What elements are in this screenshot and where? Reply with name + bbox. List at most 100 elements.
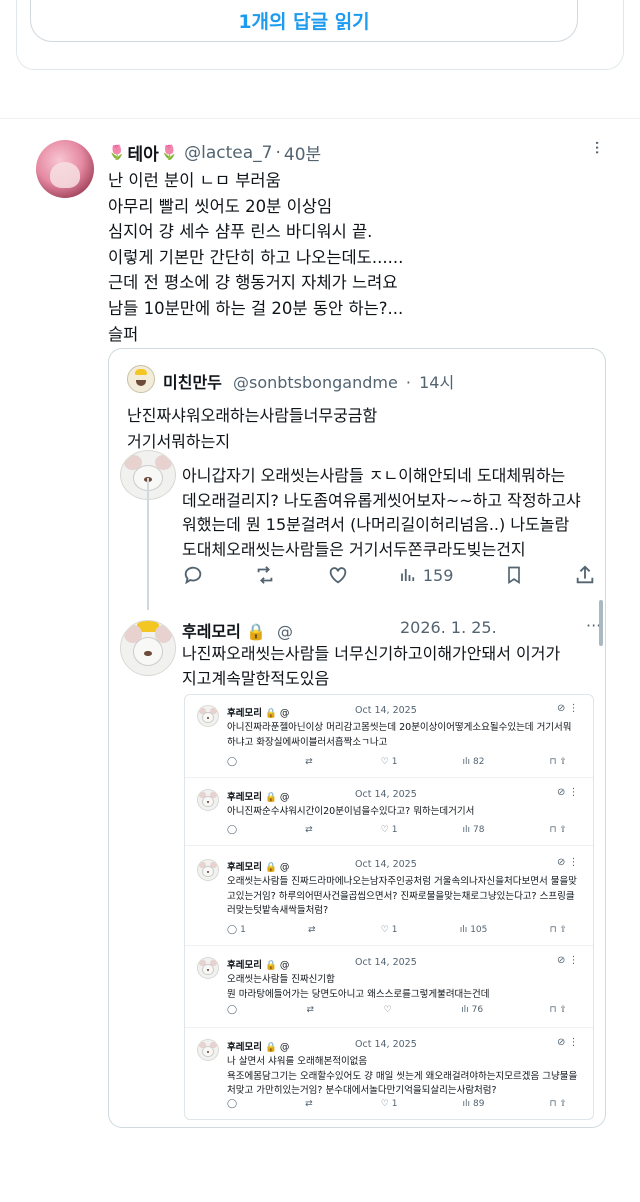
display-name: 후레모리: [227, 708, 262, 719]
display-name[interactable]: 테아: [127, 140, 158, 165]
action-bar: 159: [182, 564, 596, 586]
views-icon: ılı 105: [459, 925, 488, 935]
embedded-tweet: 후레모리 🔒 @ Oct 14, 2025 ⊘ ⋮ 아니진짜라푼젤아닌이상 머리…: [185, 695, 593, 778]
repost-icon[interactable]: [254, 564, 276, 586]
divider: [185, 845, 593, 846]
scrollbar[interactable]: [599, 600, 603, 646]
embedded-text-line: 나 살면서 샤워를 오래해본적이없음: [227, 1056, 368, 1067]
tulip-emoji: 🌷: [160, 144, 179, 161]
more-options-icon[interactable]: ···: [586, 140, 607, 154]
handle: @: [279, 792, 290, 803]
tweet-text-line: 남들 10분만에 하는 걸 20분 동안 하는?...: [108, 298, 404, 318]
reply-text-line: 나진짜오래씻는사람들 너무신기하고이해가안돼서 이거가: [182, 644, 561, 663]
like-icon: ♡: [383, 1005, 392, 1015]
bookmark-icon: ⊓ ⇧: [549, 757, 567, 767]
avatar: [197, 705, 219, 727]
embedded-screenshot: 후레모리 🔒 @ Oct 14, 2025 ⊘ ⋮ 아니진짜라푼젤아닌이상 머리…: [184, 694, 594, 1120]
embedded-actions: ◯ ⇄ ♡ 1 ılı 89 ⊓ ⇧: [227, 1099, 567, 1109]
views-icon: ılı 78: [462, 825, 485, 835]
timestamp: Oct 14, 2025: [355, 957, 417, 968]
embedded-text: 오래씻는사람들 진짜드라마에나오는남자주인공처럼 거울속의나자신을처다보면서 물…: [227, 875, 587, 919]
separator: ·: [405, 373, 411, 392]
views-count[interactable]: 159: [399, 565, 454, 585]
embedded-header: 후레모리 🔒 @: [227, 708, 290, 719]
quote-text-line: 거기서뭐하는지: [127, 432, 231, 451]
tweet-text: 난 이런 분이 ㄴㅁ 부러움 아무리 빨리 씻어도 20분 이상임 심지어 걍 …: [108, 168, 608, 347]
grok-icon: ⊘ ⋮: [557, 787, 579, 798]
repost-icon: ⇄: [305, 825, 313, 835]
timestamp: Oct 14, 2025: [355, 1039, 417, 1050]
avatar[interactable]: [36, 140, 94, 198]
embedded-tweet: 후레모리 🔒 @ Oct 14, 2025 ⊘ ⋮ 나 살면서 샤워를 오래해본…: [185, 1029, 593, 1119]
divider: [185, 945, 593, 946]
embedded-header: 후레모리 🔒 @: [227, 960, 290, 971]
repost-icon: ⇄: [305, 757, 313, 767]
quote-tweet[interactable]: 미친만두 @sonbtsbongandme · 14시 난진짜샤워오래하는사람들…: [108, 348, 606, 456]
embedded-actions: ◯ ⇄ ♡ 1 ılı 78 ⊓ ⇧: [227, 825, 567, 835]
like-icon: ♡ 1: [380, 925, 398, 935]
embedded-text-line: 오래씻는사람들 진짜드라마에나오는남자주인공처럼 거울속의나자신을처다보면서 물…: [227, 876, 577, 887]
avatar: [120, 620, 176, 676]
display-name: 후레모리: [227, 862, 262, 873]
separator: ·: [275, 142, 281, 163]
bookmark-icon[interactable]: [504, 564, 524, 586]
divider: [185, 777, 593, 778]
timestamp: 14시: [419, 373, 455, 392]
thread-line: [147, 478, 149, 610]
display-name: 후레모리: [227, 960, 262, 971]
reply-text-line: 워했는데 뭔 15분걸려서 (나머리길이허리넘음..) 나도놀람: [182, 515, 570, 535]
reply-icon[interactable]: [182, 564, 204, 586]
bookmark-icon: ⊓ ⇧: [549, 1099, 567, 1109]
reply-text-line: 데오래걸리지? 나도좀여유롭게씻어보자~~하고 작정하고샤: [182, 490, 581, 510]
handle: @: [279, 862, 290, 873]
reply-text-line: 도대체오래씻는사람들은 거기서두쫀쿠라도빚는건지: [182, 539, 526, 559]
grok-icon: ⊘ ⋮: [557, 703, 579, 714]
handle: @: [279, 708, 290, 719]
quote-text: 난진짜샤워오래하는사람들너무궁금함 거기서뭐하는지: [127, 403, 377, 455]
embedded-tweet: 후레모리 🔒 @ Oct 14, 2025 ⊘ ⋮ 아니진짜순수샤워시간이20분…: [185, 779, 593, 851]
handle: @: [279, 960, 290, 971]
display-name: 후레모리: [182, 622, 241, 641]
handle[interactable]: @lactea_7: [184, 143, 272, 163]
embedded-text: 오래씻는사람들 진짜신기함 뭔 마라탕에들어가는 당면도아니고 왜스스로를그렇게…: [227, 973, 587, 1002]
handle: @: [279, 1042, 290, 1053]
read-replies-button[interactable]: 1개의 답글 읽기: [30, 0, 578, 42]
handle: @sonbtsbongandme: [232, 373, 398, 392]
lock-icon: 🔒: [245, 622, 266, 641]
embedded-text: 나 살면서 샤워를 오래해본적이없음 욕조에몸담그기는 오래할수있어도 걍 매일…: [227, 1055, 587, 1099]
embedded-text-line: 러맞는텃밭속새싹들처럼?: [227, 905, 329, 916]
quote-text-line: 난진짜샤워오래하는사람들너무궁금함: [127, 406, 378, 425]
quote-header: 미친만두 @sonbtsbongandme · 14시: [163, 369, 454, 393]
share-icon[interactable]: [574, 564, 596, 586]
embedded-text-line: 오래씻는사람들 진짜신기함: [227, 974, 335, 985]
like-icon: ♡ 1: [380, 757, 398, 767]
tweet-text-line: 난 이런 분이 ㄴㅁ 부러움: [108, 171, 281, 190]
embedded-header: 후레모리 🔒 @: [227, 792, 290, 803]
avatar: [197, 957, 219, 979]
embedded-text-line: 아니진짜라푼젤아닌이상 머리감고몸씻는데 20분이상이어떻게소요될수있는데 거기…: [227, 722, 572, 733]
avatar: [197, 1039, 219, 1061]
repost-icon: ⇄: [306, 1005, 315, 1015]
tweet-text-line: 아무리 빨리 씻어도 20분 이상임: [108, 196, 333, 216]
like-icon[interactable]: [327, 564, 349, 586]
reply-icon: ◯: [227, 1099, 238, 1109]
timestamp: 2026. 1. 25.: [400, 618, 497, 637]
views-label: 159: [422, 565, 454, 585]
tweet-text-line: 심지어 걍 세수 샴푸 린스 바디워시 끝.: [108, 222, 373, 242]
tweet-text-line: 슬퍼: [108, 324, 139, 344]
views-icon: ılı 82: [462, 757, 485, 767]
timestamp[interactable]: 40분: [284, 140, 321, 165]
embedded-tweet: 후레모리 🔒 @ Oct 14, 2025 ⊘ ⋮ 오래씻는사람들 진짜신기함 …: [185, 947, 593, 1031]
tweet-header: 🌷 테아 🌷 @lactea_7 · 40분: [108, 140, 321, 166]
views-icon: ılı 89: [462, 1099, 485, 1109]
reply-text: 아니갑자기 오래씻는사람들 ㅈㄴ이해안되네 도대체뭐하는 데오래걸리지? 나도좀…: [182, 464, 602, 562]
embedded-text: 아니진짜순수샤워시간이20분이넘을수있다고? 뭐하는데거기서: [227, 805, 587, 820]
views-icon: [400, 569, 414, 581]
reply-icon: ◯ 1: [227, 925, 246, 935]
avatar[interactable]: [127, 365, 155, 393]
embedded-actions: ◯ ⇄ ♡ ılı 76 ⊓ ⇧: [227, 1005, 567, 1015]
avatar: [197, 789, 219, 811]
grok-icon: ⊘ ⋮: [557, 955, 579, 966]
grok-icon: ⊘ ⋮: [557, 1037, 579, 1048]
embedded-actions: ◯ 1 ⇄ ♡ 1 ılı 105 ⊓ ⇧: [227, 925, 567, 935]
